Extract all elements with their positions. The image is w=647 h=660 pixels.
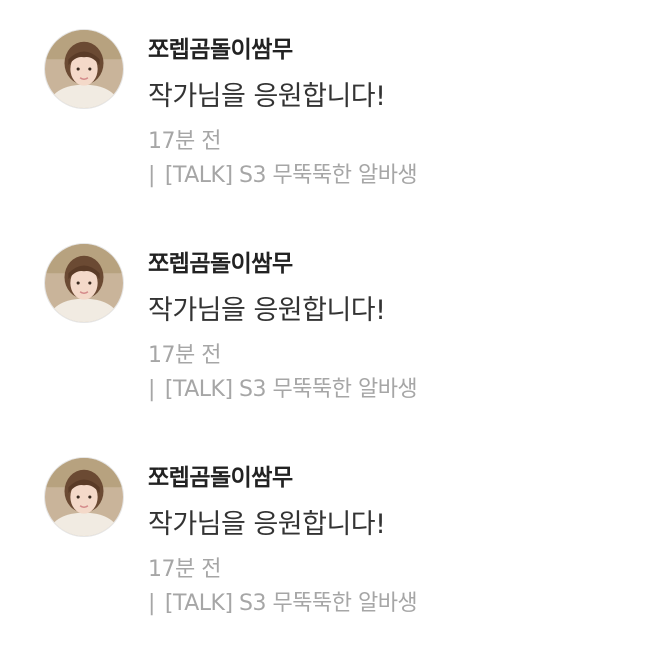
comment-text: 작가님을 응원합니다! <box>148 295 386 326</box>
avatar[interactable] <box>44 243 124 323</box>
avatar[interactable] <box>44 29 124 109</box>
nickname[interactable]: 쪼렙곰돌이쌈무 <box>148 30 293 64</box>
user-avatar-icon <box>45 30 123 108</box>
nickname[interactable]: 쪼렙곰돌이쌈무 <box>148 244 293 278</box>
comment-item: 쪼렙곰돌이쌈무 작가님을 응원합니다! 17분 전 | [TALK] S3 무뚝뚝… <box>0 428 647 628</box>
comment-text: 작가님을 응원합니다! <box>148 81 386 112</box>
nickname[interactable]: 쪼렙곰돌이쌈무 <box>148 458 293 492</box>
episode-link[interactable]: | [TALK] S3 무뚝뚝한 알바생 <box>148 157 418 189</box>
timestamp: 17분 전 <box>148 343 221 368</box>
episode-link[interactable]: | [TALK] S3 무뚝뚝한 알바생 <box>148 371 418 403</box>
episode-link[interactable]: | [TALK] S3 무뚝뚝한 알바생 <box>148 585 418 617</box>
comment-list: 쪼렙곰돌이쌈무 작가님을 응원합니다! 17분 전 | [TALK] S3 무뚝뚝… <box>0 0 647 660</box>
episode-title[interactable]: [TALK] S3 무뚝뚝한 알바생 <box>165 377 418 402</box>
timestamp: 17분 전 <box>148 129 221 154</box>
episode-title[interactable]: [TALK] S3 무뚝뚝한 알바생 <box>165 591 418 616</box>
timestamp: 17분 전 <box>148 557 221 582</box>
episode-separator: | <box>148 591 155 616</box>
comment-item: 쪼렙곰돌이쌈무 작가님을 응원합니다! 17분 전 | [TALK] S3 무뚝뚝… <box>0 0 647 200</box>
avatar[interactable] <box>44 457 124 537</box>
episode-separator: | <box>148 377 155 402</box>
episode-title[interactable]: [TALK] S3 무뚝뚝한 알바생 <box>165 163 418 188</box>
comment-text: 작가님을 응원합니다! <box>148 509 386 540</box>
user-avatar-icon <box>45 458 123 536</box>
comment-item: 쪼렙곰돌이쌈무 작가님을 응원합니다! 17분 전 | [TALK] S3 무뚝뚝… <box>0 214 647 414</box>
episode-separator: | <box>148 163 155 188</box>
user-avatar-icon <box>45 244 123 322</box>
